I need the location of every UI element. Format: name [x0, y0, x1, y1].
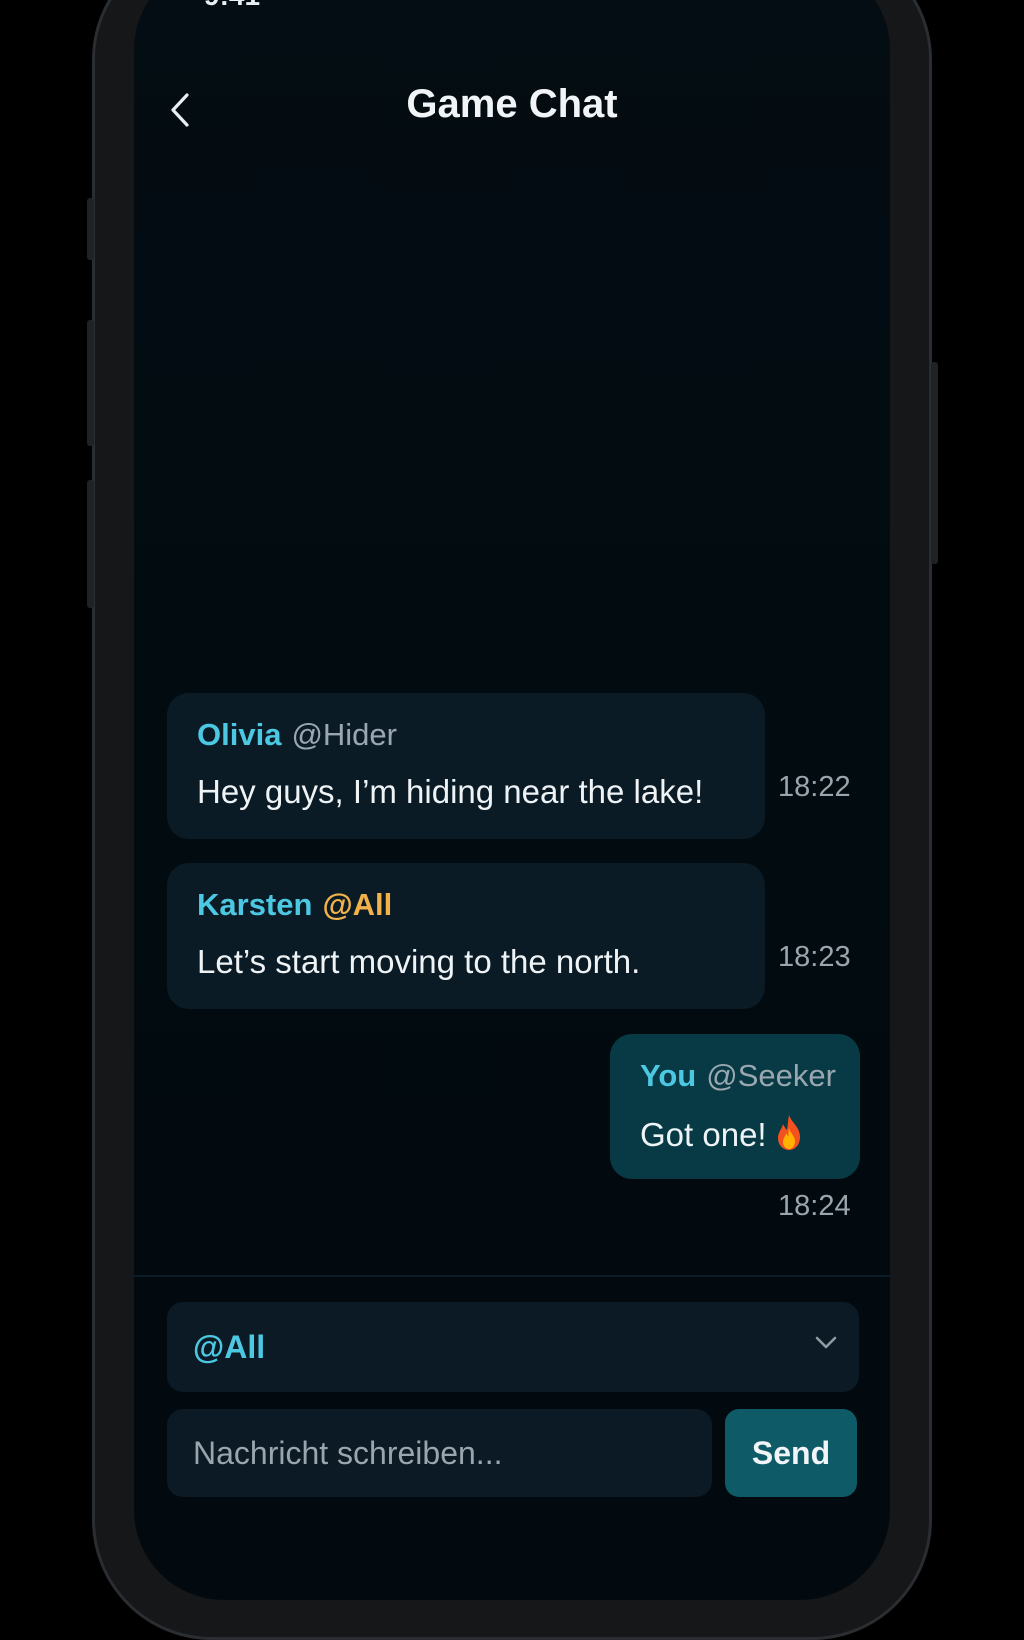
header: Game Chat	[134, 60, 890, 160]
sender-name: Olivia	[197, 717, 282, 752]
volume-up-button	[87, 320, 94, 446]
message-text: Got one!	[640, 1116, 767, 1153]
power-button	[931, 362, 938, 564]
message-text: Let’s start moving to the north.	[197, 943, 641, 980]
message-time: 18:23	[778, 941, 851, 973]
message-time: 18:22	[778, 771, 851, 803]
message-bubble-olivia[interactable]: Olivia @Hider Hey guys, I’m hiding near t…	[167, 693, 765, 839]
sender-line: Olivia @Hider	[197, 717, 397, 753]
sender-name: Karsten	[197, 887, 313, 922]
sender-line: You @Seeker	[640, 1058, 836, 1094]
sender-tag: @Seeker	[706, 1058, 836, 1093]
composer-divider	[134, 1275, 890, 1277]
chevron-down-icon	[815, 1336, 837, 1349]
volume-down-button	[87, 480, 94, 608]
message-time: 18:24	[778, 1190, 851, 1222]
message-bubble-you[interactable]: You @Seeker Got one!	[610, 1034, 860, 1179]
page-title: Game Chat	[406, 82, 618, 126]
sender-tag: @Hider	[291, 717, 397, 752]
mute-switch	[87, 198, 94, 260]
flame-icon	[777, 1115, 800, 1150]
screen: 9:41 Game Chat Olivia @Hider Hey guys, I’…	[134, 0, 890, 1600]
status-bar: 9:41	[134, 0, 890, 12]
message-text-row: Got one!	[640, 1114, 805, 1154]
message-bubble-karsten[interactable]: Karsten @All Let’s start moving to the no…	[167, 863, 765, 1009]
message-text: Hey guys, I’m hiding near the lake!	[197, 773, 704, 810]
recipient-value: @All	[193, 1329, 266, 1365]
sender-tag: @All	[322, 887, 393, 922]
sender-name: You	[640, 1058, 697, 1093]
recipient-select[interactable]: @All	[167, 1302, 859, 1392]
status-time: 9:41	[204, 0, 260, 12]
send-button[interactable]: Send	[725, 1409, 857, 1497]
sender-line: Karsten @All	[197, 887, 392, 923]
message-input[interactable]	[167, 1409, 712, 1497]
